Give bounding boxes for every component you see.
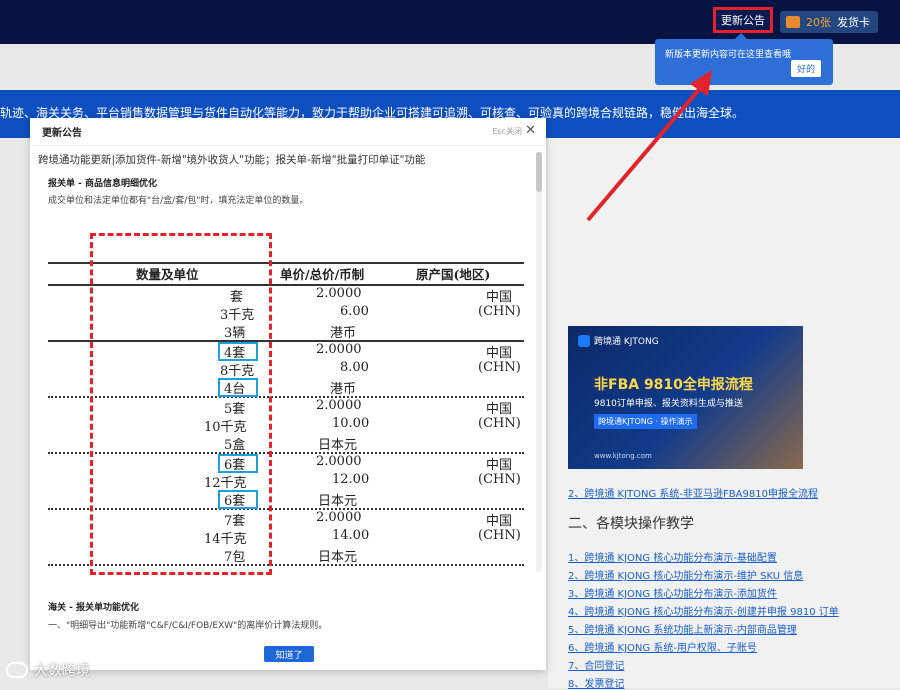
brand-logo: 跨境通 KJTONG bbox=[578, 334, 659, 347]
origin-cell: 中国 bbox=[486, 402, 513, 417]
tutorial-link[interactable]: 4、跨境通 KJONG 核心功能分布演示-创建并申报 9810 订单 bbox=[568, 603, 839, 618]
price-cell: 12.00 bbox=[332, 472, 370, 487]
update-tooltip: 新版本更新内容可在这里查看哦 好的 bbox=[655, 33, 833, 85]
promo-site: www.kjtong.com bbox=[594, 452, 652, 460]
ticket-label: 发货卡 bbox=[837, 16, 870, 29]
tooltip-text: 新版本更新内容可在这里查看哦 bbox=[665, 50, 792, 60]
update-notice-dialog: 更新公告 Esc关闭 ✕ 跨境通功能更新|添加货件-新增"境外收货人"功能；报关… bbox=[30, 118, 546, 670]
origin-cell: 中国 bbox=[486, 458, 513, 473]
close-icon[interactable]: ✕ bbox=[525, 123, 536, 138]
tutorial-link[interactable]: 7、合同登记 bbox=[568, 657, 624, 672]
esc-hint: Esc关闭 bbox=[492, 127, 522, 136]
section2-desc: 一、"明细导出"功能新增"C&F/C&I/FOB/EXW"的离岸价计算法规则。 bbox=[48, 621, 328, 631]
tutorial-link[interactable]: 6、跨境通 KJONG 系统-用户权限、子账号 bbox=[568, 639, 757, 654]
price-cell: 6.00 bbox=[340, 304, 369, 319]
origin-cell: 中国 bbox=[486, 514, 513, 529]
dialog-title: 更新公告 bbox=[42, 128, 82, 139]
price-cell: 8.00 bbox=[340, 360, 369, 375]
shipping-card-button[interactable]: 20张 发货卡 bbox=[780, 11, 878, 33]
origin-cell: (CHN) bbox=[478, 304, 521, 319]
price-cell: 10.00 bbox=[332, 416, 370, 431]
tutorial-link[interactable]: 1、跨境通 KJONG 核心功能分布演示-基础配置 bbox=[568, 549, 777, 564]
price-cell: 2.0000 bbox=[316, 454, 362, 469]
price-cell: 2.0000 bbox=[316, 510, 362, 525]
scrollbar-thumb[interactable] bbox=[536, 152, 542, 192]
header-price: 单价/总价/币制 bbox=[280, 267, 365, 282]
origin-cell: (CHN) bbox=[478, 360, 521, 375]
price-cell: 2.0000 bbox=[316, 342, 362, 357]
update-headline: 跨境通功能更新|添加货件-新增"境外收货人"功能；报关单-新增"批量打印单证"功… bbox=[38, 154, 426, 166]
promo-title: 非FBA 9810全申报流程 bbox=[594, 377, 753, 393]
section2-title: 海关 - 报关单功能优化 bbox=[48, 603, 140, 613]
section1-title: 报关单 - 商品信息明细优化 bbox=[48, 179, 158, 189]
origin-cell: (CHN) bbox=[478, 528, 521, 543]
price-cell: 日本元 bbox=[318, 438, 358, 453]
promo-subtitle: 9810订单申报、报关资料生成与推送 bbox=[594, 399, 743, 409]
price-cell: 港币 bbox=[330, 326, 357, 341]
promo-link[interactable]: 2、跨境通 KJTONG 系统-非亚马逊FBA9810申报全流程 bbox=[568, 485, 818, 500]
ticket-count: 20张 bbox=[806, 16, 831, 29]
price-cell: 2.0000 bbox=[316, 286, 362, 301]
origin-cell: (CHN) bbox=[478, 472, 521, 487]
watermark: 大数跨境 bbox=[6, 660, 90, 680]
price-cell: 港币 bbox=[330, 382, 357, 397]
promo-image[interactable]: 跨境通 KJTONG 非FBA 9810全申报流程 9810订单申报、报关资料生… bbox=[568, 326, 803, 469]
update-notice-button[interactable]: 更新公告 bbox=[713, 7, 773, 33]
origin-cell: (CHN) bbox=[478, 416, 521, 431]
promo-tag: 跨境通KJTONG · 操作演示 bbox=[594, 414, 697, 429]
logo-icon bbox=[578, 334, 590, 347]
dialog-scrollbar[interactable] bbox=[536, 152, 542, 572]
price-cell: 日本元 bbox=[318, 494, 358, 509]
origin-cell: 中国 bbox=[486, 290, 513, 305]
section-heading: 二、各模块操作教学 bbox=[568, 516, 694, 532]
header-origin: 原产国(地区) bbox=[416, 267, 491, 282]
section1-desc: 成交单位和法定单位都有"台/盒/套/包"时，填充法定单位的数量。 bbox=[48, 196, 309, 206]
price-cell: 14.00 bbox=[332, 528, 370, 543]
top-navbar: 更新公告 20张 发货卡 bbox=[0, 0, 900, 44]
origin-cell: 中国 bbox=[486, 346, 513, 361]
tutorial-link[interactable]: 5、跨境通 KJONG 系统功能上新演示-内部商品管理 bbox=[568, 621, 797, 636]
tooltip-ok-button[interactable]: 好的 bbox=[790, 60, 821, 77]
tutorial-link[interactable]: 2、跨境通 KJONG 核心功能分布演示-维护 SKU 信息 bbox=[568, 567, 803, 582]
price-cell: 2.0000 bbox=[316, 398, 362, 413]
dialog-header: 更新公告 Esc关闭 ✕ bbox=[30, 118, 546, 146]
package-icon bbox=[786, 16, 800, 28]
confirm-button[interactable]: 知道了 bbox=[264, 646, 314, 662]
watermark-logo-icon bbox=[6, 662, 28, 678]
red-dashed-highlight bbox=[90, 233, 272, 575]
price-cell: 日本元 bbox=[318, 550, 358, 565]
tutorial-link[interactable]: 3、跨境通 KJONG 核心功能分布演示-添加货件 bbox=[568, 585, 777, 600]
